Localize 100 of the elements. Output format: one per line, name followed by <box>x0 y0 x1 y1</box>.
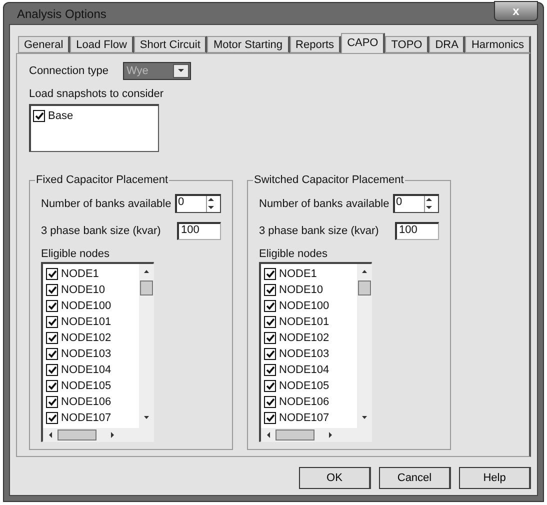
checkbox-label: NODE101 <box>279 316 330 328</box>
connection-type-label: Connection type <box>29 65 108 77</box>
checkbox-label: NODE103 <box>279 348 330 360</box>
checkbox-row[interactable]: NODE106 <box>264 394 357 410</box>
checkbox-label: NODE100 <box>61 300 112 312</box>
checkbox-row[interactable]: NODE101 <box>264 314 357 330</box>
checkbox[interactable] <box>46 300 58 312</box>
checkbox[interactable] <box>264 364 276 376</box>
checkbox-row[interactable]: NODE100 <box>264 298 357 314</box>
checkbox-row[interactable]: NODE107 <box>46 410 139 426</box>
checkbox-row[interactable]: NODE106 <box>46 394 139 410</box>
checkbox-row[interactable]: NODE101 <box>46 314 139 330</box>
checkbox-row[interactable]: Base <box>33 108 156 124</box>
checkbox-row[interactable]: NODE10 <box>46 282 139 298</box>
checkbox-label: NODE105 <box>279 380 330 392</box>
checkbox-label: NODE100 <box>279 300 330 312</box>
banks-label: Number of banks available <box>41 198 172 210</box>
tab[interactable]: CAPO <box>341 33 386 53</box>
checkbox-label: NODE106 <box>279 396 330 408</box>
eligible-nodes-label: Eligible nodes <box>41 248 110 260</box>
checkbox-label: NODE105 <box>61 380 112 392</box>
checkbox-label: NODE10 <box>279 284 324 296</box>
spin-down-icon[interactable] <box>425 204 433 212</box>
tab[interactable]: Motor Starting <box>207 36 290 53</box>
window-title: Analysis Options <box>17 6 106 20</box>
checkbox-label: NODE107 <box>279 412 330 424</box>
checkbox-label: Base <box>48 110 74 122</box>
checkbox-label: NODE103 <box>61 348 112 360</box>
horizontal-scrollbar[interactable] <box>261 428 357 442</box>
checkbox-label: NODE104 <box>61 364 112 376</box>
checkbox[interactable] <box>46 412 58 424</box>
checkbox-label: NODE1 <box>61 268 99 280</box>
checkbox[interactable] <box>264 284 276 296</box>
checkbox[interactable] <box>264 332 276 344</box>
spin-up-icon[interactable] <box>207 196 215 204</box>
checkbox[interactable] <box>46 348 58 360</box>
checkbox-label: NODE101 <box>61 316 112 328</box>
checkbox[interactable] <box>264 348 276 360</box>
tab[interactable]: Harmonics <box>465 36 532 53</box>
checkbox-row[interactable]: NODE103 <box>264 346 357 362</box>
checkbox-row[interactable]: NODE104 <box>46 362 139 378</box>
eligible-nodes-label: Eligible nodes <box>259 248 328 260</box>
banks-spinner[interactable]: 0 <box>175 194 221 213</box>
checkbox[interactable] <box>264 380 276 392</box>
bank-size-field[interactable]: 100 <box>395 222 439 240</box>
dialog-button[interactable]: Cancel <box>379 467 451 489</box>
horizontal-scrollbar[interactable] <box>43 428 139 442</box>
checkbox-row[interactable]: NODE100 <box>46 298 139 314</box>
checkbox[interactable] <box>46 396 58 408</box>
checkbox-row[interactable]: NODE103 <box>46 346 139 362</box>
bank-size-field[interactable]: 100 <box>177 222 221 240</box>
tab[interactable]: General <box>18 36 70 53</box>
checkbox[interactable] <box>264 412 276 424</box>
checkbox[interactable] <box>46 380 58 392</box>
tab[interactable]: Reports <box>290 36 342 53</box>
checkbox[interactable] <box>46 316 58 328</box>
checkbox[interactable] <box>264 268 276 280</box>
tab[interactable]: DRA <box>429 36 466 53</box>
checkbox-row[interactable]: NODE105 <box>264 378 357 394</box>
dialog-button[interactable]: Help <box>459 467 531 489</box>
checkbox-row[interactable]: NODE107 <box>264 410 357 426</box>
checkbox[interactable] <box>46 284 58 296</box>
tab[interactable]: Short Circuit <box>134 36 208 53</box>
checkbox[interactable] <box>33 110 45 122</box>
spin-down-icon[interactable] <box>207 204 215 212</box>
checkbox-label: NODE107 <box>61 412 112 424</box>
group-title: Fixed Capacitor Placement <box>35 174 170 186</box>
checkbox-label: NODE102 <box>279 332 330 344</box>
checkbox[interactable] <box>46 364 58 376</box>
tab[interactable]: TOPO <box>385 36 430 53</box>
checkbox[interactable] <box>46 332 58 344</box>
dropdown-arrow-icon[interactable] <box>176 67 184 75</box>
checkbox-row[interactable]: NODE104 <box>264 362 357 378</box>
bank-size-label: 3 phase bank size (kvar) <box>41 224 161 236</box>
checkbox[interactable] <box>264 300 276 312</box>
bank-size-label: 3 phase bank size (kvar) <box>259 224 379 236</box>
banks-label: Number of banks available <box>259 198 390 210</box>
vertical-scrollbar[interactable] <box>357 264 372 428</box>
tab[interactable]: Load Flow <box>70 36 134 53</box>
checkbox-label: NODE106 <box>61 396 112 408</box>
spin-up-icon[interactable] <box>425 196 433 204</box>
vertical-scrollbar[interactable] <box>139 264 154 428</box>
checkbox[interactable] <box>46 268 58 280</box>
checkbox-label: NODE1 <box>279 268 317 280</box>
checkbox-row[interactable]: NODE102 <box>46 330 139 346</box>
checkbox[interactable] <box>264 396 276 408</box>
group-title: Switched Capacitor Placement <box>253 174 405 186</box>
load-snapshots-label: Load snapshots to consider <box>29 88 164 100</box>
checkbox-row[interactable]: NODE105 <box>46 378 139 394</box>
check-icon <box>34 112 44 120</box>
checkbox-label: NODE104 <box>279 364 330 376</box>
checkbox-label: NODE10 <box>61 284 106 296</box>
checkbox[interactable] <box>264 316 276 328</box>
checkbox-row[interactable]: NODE102 <box>264 330 357 346</box>
checkbox-row[interactable]: NODE1 <box>264 266 357 282</box>
banks-spinner[interactable]: 0 <box>393 194 439 213</box>
checkbox-row[interactable]: NODE1 <box>46 266 139 282</box>
dialog-button[interactable]: OK <box>299 467 371 489</box>
checkbox-label: NODE102 <box>61 332 112 344</box>
checkbox-row[interactable]: NODE10 <box>264 282 357 298</box>
